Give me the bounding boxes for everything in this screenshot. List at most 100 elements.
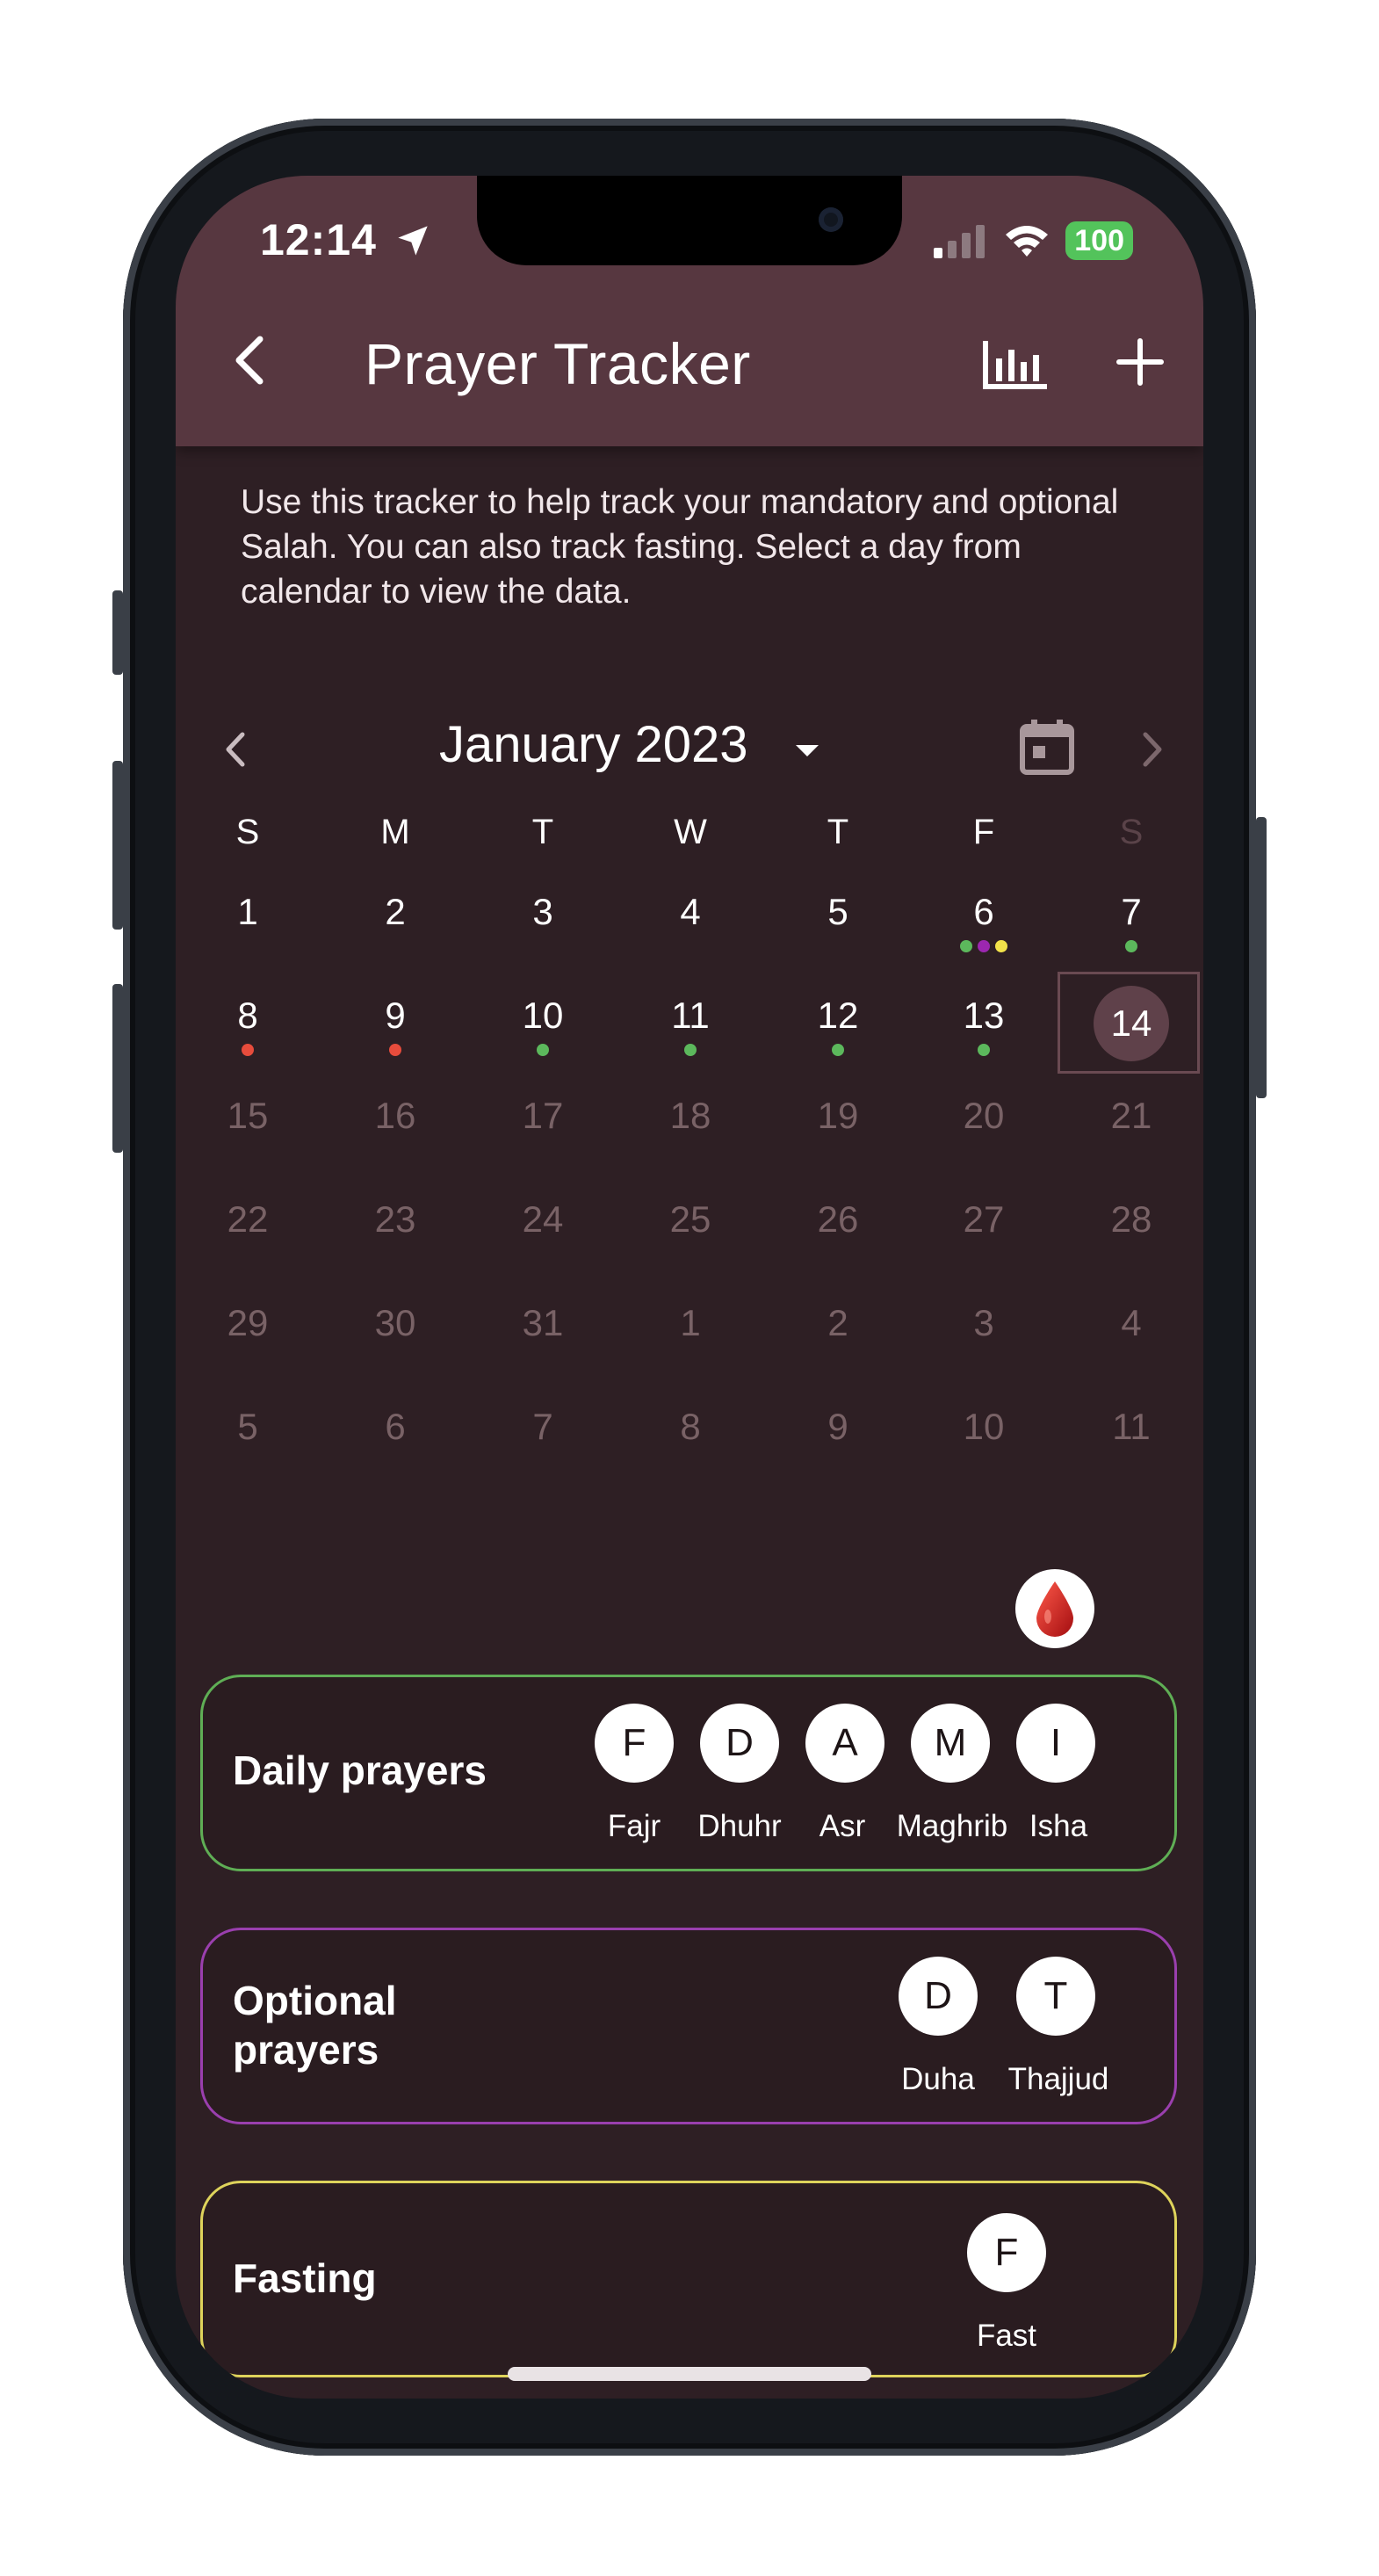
front-camera [819, 207, 843, 232]
calendar-day[interactable]: 8 [195, 989, 300, 1077]
period-marker [389, 1044, 401, 1056]
fajr-toggle[interactable]: F [595, 1704, 674, 1783]
back-button[interactable] [225, 334, 278, 387]
calendar-day[interactable]: 17 [490, 1089, 596, 1177]
calendar-day[interactable]: 6 [931, 886, 1036, 973]
calendar-day[interactable]: 10 [490, 989, 596, 1077]
optional-label-line2: prayers [233, 2027, 379, 2073]
calendar-day[interactable]: 1 [195, 886, 300, 973]
location-arrow-icon [398, 226, 428, 256]
day-markers [785, 1044, 891, 1056]
calendar-day[interactable]: 16 [343, 1089, 448, 1177]
app-bar: 12:14 100 Prayer Tracker [176, 176, 1203, 446]
calendar-day[interactable]: 30 [343, 1297, 448, 1385]
home-indicator[interactable] [508, 2367, 871, 2381]
calendar-day[interactable]: 5 [195, 1400, 300, 1488]
calendar-day[interactable]: 29 [195, 1297, 300, 1385]
daily-prayers-label: Daily prayers [233, 1747, 487, 1793]
calendar-day[interactable]: 8 [638, 1400, 743, 1488]
duha-toggle[interactable]: D [899, 1957, 978, 2036]
calendar-day[interactable]: 4 [638, 886, 743, 973]
day-markers [343, 1044, 448, 1056]
calendar-day[interactable]: 19 [785, 1089, 891, 1177]
add-button[interactable] [1115, 337, 1165, 387]
duha-label: Duha [901, 2062, 975, 2096]
calendar-day[interactable]: 27 [931, 1193, 1036, 1281]
daily-prayers-card: Daily prayers F Fajr D Dhuhr A Asr M Mag… [200, 1675, 1177, 1871]
optional-label-line1: Optional [233, 1978, 397, 2023]
calendar-day[interactable]: 2 [343, 886, 448, 973]
thajjud-toggle[interactable]: T [1016, 1957, 1095, 2036]
optional-prayers-card: Optional prayers D Duha T Thajjud [200, 1928, 1177, 2124]
calendar-day[interactable]: 9 [785, 1400, 891, 1488]
app-screen: 12:14 100 Prayer Tracker Use this tracke… [176, 176, 1203, 2399]
fasting-marker [995, 940, 1007, 952]
calendar-day[interactable]: 1 [638, 1297, 743, 1385]
calendar-day[interactable]: 12 [785, 989, 891, 1077]
calendar-day[interactable]: 20 [931, 1089, 1036, 1177]
calendar-day[interactable]: 25 [638, 1193, 743, 1281]
calendar-day[interactable]: 3 [931, 1297, 1036, 1385]
calendar-day[interactable]: 31 [490, 1297, 596, 1385]
status-time-text: 12:14 [260, 215, 377, 264]
calendar-day[interactable]: 11 [1079, 1400, 1184, 1488]
weekday-wed: W [674, 813, 707, 851]
fasting-card: Fasting F Fast [200, 2181, 1177, 2377]
weekday-header-row: S M T W T F S [176, 813, 1203, 865]
month-selector[interactable]: January 2023 [439, 715, 747, 774]
calendar-day[interactable]: 3 [490, 886, 596, 973]
calendar-today-icon[interactable] [1019, 718, 1075, 776]
thajjud-label: Thajjud [1007, 2062, 1109, 2096]
fast-label: Fast [976, 2319, 1037, 2353]
calendar-day[interactable]: 9 [343, 989, 448, 1077]
isha-label: Isha [1029, 1809, 1088, 1843]
calendar-day[interactable]: 6 [343, 1400, 448, 1488]
daily-prayer-marker [960, 940, 972, 952]
status-time: 12:14 [260, 214, 430, 265]
day-markers [931, 940, 1036, 952]
mute-switch [112, 590, 123, 675]
calendar-day[interactable]: 4 [1079, 1297, 1184, 1385]
daily-prayer-marker [684, 1044, 697, 1056]
fast-toggle[interactable]: F [967, 2213, 1046, 2292]
page-title: Prayer Tracker [365, 331, 751, 396]
fasting-label: Fasting [233, 2255, 377, 2301]
day-markers [195, 1044, 300, 1056]
calendar-day[interactable]: 13 [931, 989, 1036, 1077]
day-markers [931, 1044, 1036, 1056]
calendar-day[interactable]: 24 [490, 1193, 596, 1281]
calendar-day[interactable]: 5 [785, 886, 891, 973]
caret-down-icon[interactable] [796, 745, 819, 756]
calendar-day[interactable]: 28 [1079, 1193, 1184, 1281]
calendar-day-selected[interactable]: 14 [1079, 997, 1184, 1085]
period-marker [242, 1044, 254, 1056]
calendar-day[interactable]: 18 [638, 1089, 743, 1177]
volume-down-button [112, 984, 123, 1153]
calendar-day[interactable]: 7 [1079, 886, 1184, 973]
asr-toggle[interactable]: A [805, 1704, 884, 1783]
previous-month-chevron-icon[interactable] [218, 727, 253, 771]
intro-description: Use this tracker to help track your mand… [241, 483, 1119, 611]
daily-prayer-marker [1125, 940, 1137, 952]
next-month-chevron-icon[interactable] [1135, 727, 1170, 771]
calendar-day[interactable]: 22 [195, 1193, 300, 1281]
calendar-day[interactable]: 2 [785, 1297, 891, 1385]
isha-toggle[interactable]: I [1016, 1704, 1095, 1783]
weekday-fri: F [972, 813, 995, 851]
calendar-day[interactable]: 10 [931, 1400, 1036, 1488]
daily-prayer-marker [978, 1044, 990, 1056]
maghrib-toggle[interactable]: M [911, 1704, 990, 1783]
calendar-day[interactable]: 21 [1079, 1089, 1184, 1177]
status-icons: 100 [934, 221, 1133, 260]
stats-chart-button[interactable] [982, 337, 1049, 390]
weekday-mon: M [380, 813, 410, 851]
calendar-day[interactable]: 23 [343, 1193, 448, 1281]
dhuhr-toggle[interactable]: D [700, 1704, 779, 1783]
day-markers [638, 1044, 743, 1056]
calendar-day[interactable]: 26 [785, 1193, 891, 1281]
day-markers [1079, 940, 1184, 952]
calendar-day[interactable]: 15 [195, 1089, 300, 1177]
calendar-day[interactable]: 7 [490, 1400, 596, 1488]
period-toggle-button[interactable] [1015, 1569, 1094, 1648]
calendar-day[interactable]: 11 [638, 989, 743, 1077]
